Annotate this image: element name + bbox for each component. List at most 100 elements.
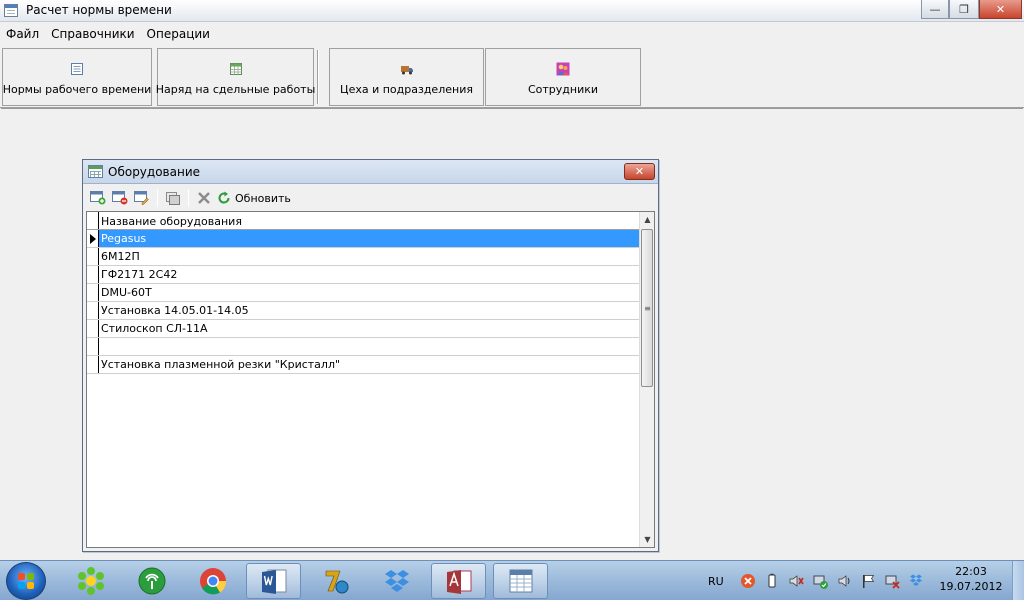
- equipment-name-cell[interactable]: 6М12П: [99, 248, 640, 265]
- row-selector[interactable]: [87, 338, 99, 355]
- table-row[interactable]: Pegasus: [87, 230, 640, 248]
- action-center-flag-icon[interactable]: [860, 573, 876, 589]
- system-tray: RU: [708, 561, 928, 600]
- equipment-window: Оборудование ✕ Обновить Название оборудо…: [82, 159, 659, 552]
- row-selector[interactable]: [87, 284, 99, 301]
- menu-references[interactable]: Справочники: [45, 24, 140, 44]
- restore-button[interactable]: ❐: [949, 0, 979, 19]
- table-row[interactable]: [87, 338, 640, 356]
- minimize-button[interactable]: —: [921, 0, 949, 19]
- grip-icon: ≡: [644, 303, 651, 313]
- work-time-norms-button[interactable]: Нормы рабочего времени: [2, 48, 152, 106]
- equipment-close-button[interactable]: ✕: [624, 163, 655, 180]
- cancel-button[interactable]: [193, 188, 215, 208]
- volume-icon[interactable]: [836, 573, 852, 589]
- header-row-selector: [87, 212, 99, 229]
- equipment-name-cell[interactable]: Pegasus: [99, 230, 640, 247]
- refresh-button[interactable]: Обновить: [217, 191, 291, 205]
- chrome-icon: [199, 568, 226, 595]
- taskbar-network[interactable]: [124, 563, 179, 599]
- word-icon: [261, 569, 286, 594]
- table-row[interactable]: Установка плазменной резки "Кристалл": [87, 356, 640, 374]
- scroll-up-button[interactable]: ▲: [640, 212, 654, 227]
- toolbar-separator: [188, 189, 189, 207]
- grid-vertical-scrollbar[interactable]: ▲ ≡ ▼: [639, 212, 654, 547]
- network-ok-icon[interactable]: [812, 573, 828, 589]
- refresh-icon: [218, 191, 230, 204]
- system-clock[interactable]: 22:03 19.07.2012: [936, 564, 1006, 594]
- table-row[interactable]: DMU-60T: [87, 284, 640, 302]
- cancel-x-icon: [198, 192, 210, 204]
- truck-icon: [400, 66, 413, 75]
- taskbar: RU 22:03 19.07.2012: [0, 560, 1024, 600]
- taskbar-word[interactable]: [246, 563, 301, 599]
- edit-record-icon: [134, 191, 149, 205]
- taskbar-dropbox[interactable]: [369, 563, 424, 599]
- employees-button[interactable]: Сотрудники: [485, 48, 641, 106]
- network-disconnected-icon[interactable]: [884, 573, 900, 589]
- row-selector[interactable]: [87, 302, 99, 319]
- taskbar-chrome[interactable]: [185, 563, 240, 599]
- access-icon: [446, 570, 471, 594]
- equipment-toolbar: Обновить: [87, 187, 291, 209]
- start-button[interactable]: [6, 562, 46, 600]
- workshops-label: Цеха и подразделения: [340, 83, 473, 96]
- menu-file[interactable]: Файл: [0, 24, 45, 44]
- row-selector[interactable]: [87, 356, 99, 373]
- table-row[interactable]: 6М12П: [87, 248, 640, 266]
- language-indicator[interactable]: RU: [708, 575, 724, 588]
- row-selector[interactable]: [87, 320, 99, 337]
- piecework-order-label: Наряд на сдельные работы: [155, 83, 316, 96]
- equipment-name-cell[interactable]: Установка 14.05.01-14.05: [99, 302, 640, 319]
- piecework-order-button[interactable]: Наряд на сдельные работы: [155, 48, 316, 106]
- taskbar-table-app[interactable]: [493, 563, 548, 599]
- toolbar-separator: [157, 189, 158, 207]
- table-row[interactable]: Стилоскоп СЛ-11А: [87, 320, 640, 338]
- chevron-down-icon: ▼: [644, 535, 651, 544]
- row-selector[interactable]: [87, 266, 99, 283]
- 7zip-icon: [325, 570, 348, 594]
- row-selector[interactable]: [87, 248, 99, 265]
- taskbar-icq[interactable]: [63, 563, 118, 599]
- taskbar-7zip[interactable]: [308, 563, 363, 599]
- taskbar-access[interactable]: [431, 563, 486, 599]
- delete-record-button[interactable]: [109, 188, 131, 208]
- app-window-icon: [4, 4, 18, 17]
- work-time-norms-label: Нормы рабочего времени: [2, 83, 152, 96]
- equipment-name-cell[interactable]: [99, 338, 640, 355]
- edit-record-button[interactable]: [131, 188, 153, 208]
- equipment-name-cell[interactable]: Стилоскоп СЛ-11А: [99, 320, 640, 337]
- antivirus-icon[interactable]: [740, 573, 756, 589]
- equipment-name-cell[interactable]: Установка плазменной резки "Кристалл": [99, 356, 640, 373]
- add-record-icon: [90, 191, 106, 205]
- table-row[interactable]: Установка 14.05.01-14.05: [87, 302, 640, 320]
- battery-icon[interactable]: [764, 573, 780, 589]
- close-button[interactable]: ✕: [979, 0, 1022, 19]
- menu-bar: Файл Справочники Операции: [0, 24, 216, 44]
- close-icon: ✕: [634, 165, 645, 178]
- clock-time: 22:03: [955, 565, 987, 578]
- scroll-thumb[interactable]: ≡: [641, 229, 653, 387]
- people-icon: [556, 62, 570, 76]
- copy-record-button[interactable]: [162, 188, 184, 208]
- equipment-name-cell[interactable]: DMU-60T: [99, 284, 640, 301]
- equipment-name-cell[interactable]: ГФ2171 2С42: [99, 266, 640, 283]
- grid-rows: Pegasus 6М12П ГФ2171 2С42 DMU-60T Устано…: [87, 230, 640, 374]
- main-toolbar: Нормы рабочего времени Наряд на сдельные…: [0, 46, 1024, 108]
- speaker-muted-icon[interactable]: [788, 573, 804, 589]
- add-record-button[interactable]: [87, 188, 109, 208]
- column-header-equipment-name[interactable]: Название оборудования: [99, 212, 242, 229]
- show-desktop-button[interactable]: [1012, 561, 1024, 600]
- menu-operations[interactable]: Операции: [141, 24, 216, 44]
- equipment-grid[interactable]: Название оборудования Pegasus 6М12П ГФ21…: [86, 211, 655, 548]
- window-controls: — ❐ ✕: [921, 0, 1022, 19]
- dropbox-tray-icon[interactable]: [908, 573, 924, 589]
- row-selector-current[interactable]: [87, 230, 99, 247]
- scroll-down-button[interactable]: ▼: [640, 532, 654, 547]
- main-title-bar: Расчет нормы времени — ❐ ✕: [0, 0, 1024, 22]
- network-icon: [138, 567, 165, 595]
- table-row[interactable]: ГФ2171 2С42: [87, 266, 640, 284]
- windows-logo-icon: [18, 573, 35, 589]
- workshops-button[interactable]: Цеха и подразделения: [329, 48, 484, 106]
- equipment-title-bar[interactable]: Оборудование ✕: [83, 160, 658, 184]
